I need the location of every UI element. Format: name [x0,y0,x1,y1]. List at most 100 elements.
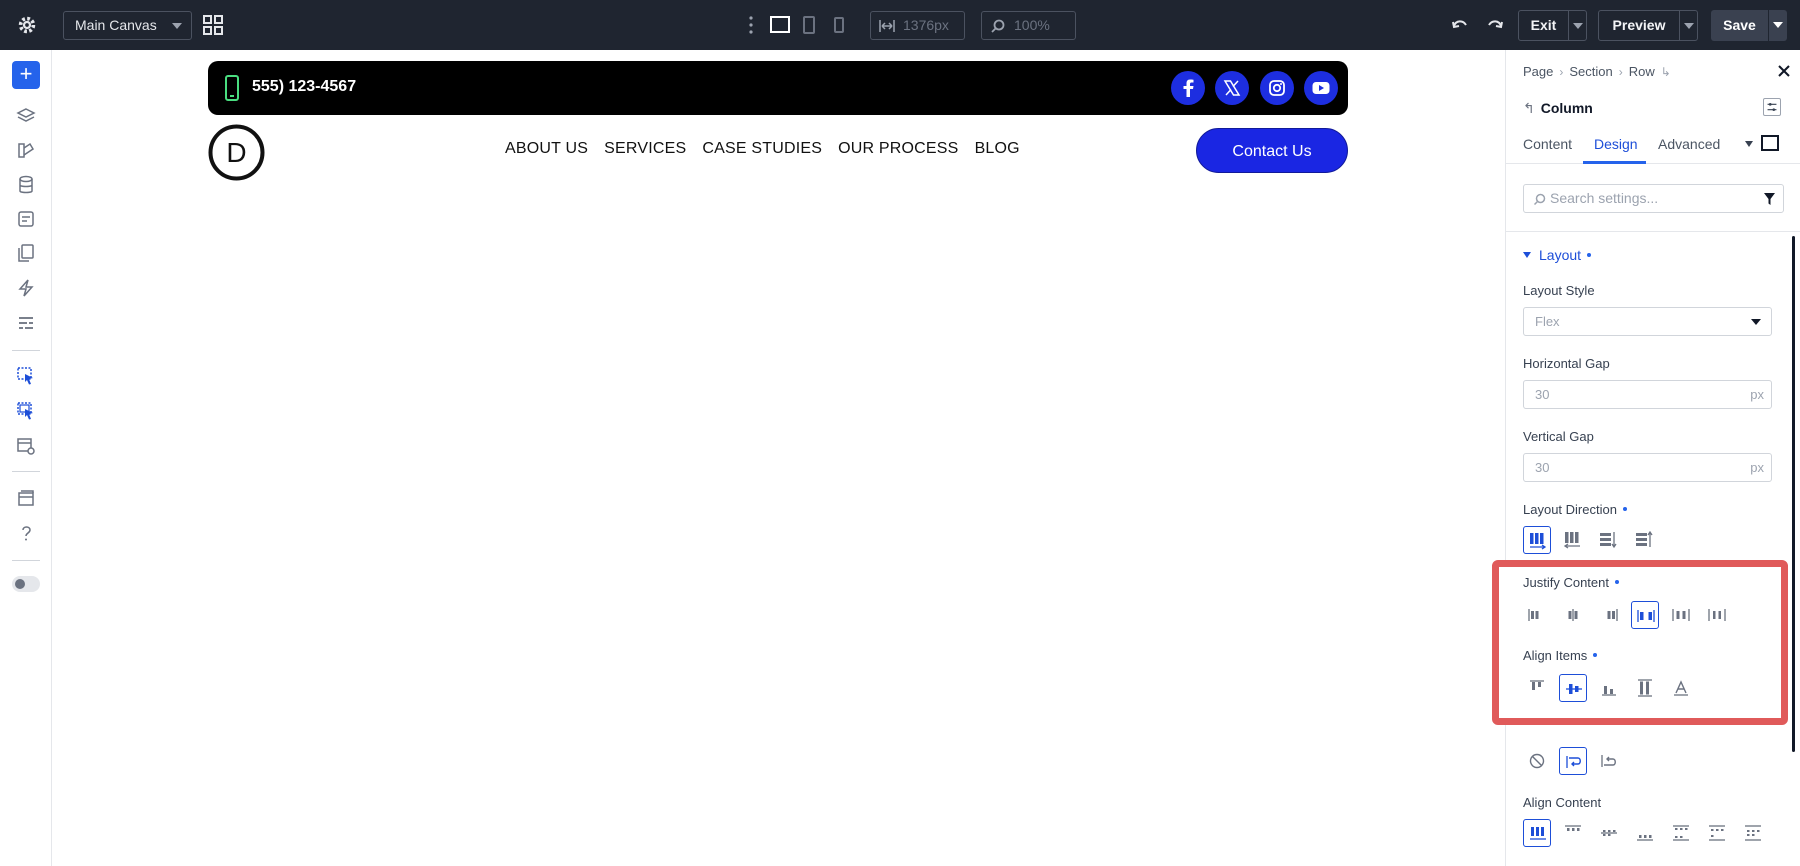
contact-us-button[interactable]: Contact Us [1196,128,1348,173]
facebook-icon[interactable] [1171,71,1205,105]
layout-section-title: Layout [1539,247,1582,263]
align-content-start-icon[interactable] [1523,819,1551,847]
align-content-space-around-icon[interactable] [1703,819,1731,847]
instagram-icon[interactable] [1260,71,1294,105]
library-icon[interactable] [16,488,36,508]
align-content-end-icon[interactable] [1631,819,1659,847]
justify-start-icon[interactable] [1523,601,1551,629]
help-icon[interactable] [16,523,36,543]
desktop-view-icon[interactable] [769,15,791,35]
tablet-view-icon[interactable] [802,15,816,35]
lightning-icon[interactable] [16,278,36,298]
justify-space-around-icon[interactable] [1667,601,1695,629]
phone-icon [225,75,239,101]
vertical-gap-unit[interactable]: px [1750,454,1764,481]
chevron-down-icon[interactable] [1773,22,1783,28]
site-logo-letter: D [226,137,246,168]
align-content-stretch-icon[interactable] [1739,819,1767,847]
select-element-icon[interactable] [16,366,36,386]
save-button[interactable]: Save [1711,10,1787,41]
align-start-icon[interactable] [1523,674,1551,702]
search-icon [1533,193,1546,206]
breadcrumb-row[interactable]: Row [1629,64,1655,79]
canvas-width-field[interactable]: 1376px [870,11,965,40]
wrap-icon[interactable] [1559,747,1587,775]
preview-button[interactable]: Preview [1598,10,1698,41]
grid-icon[interactable] [203,15,223,35]
chevron-down-icon[interactable] [1573,23,1583,29]
chevron-down-icon[interactable] [1745,141,1753,147]
settings-list-icon[interactable] [16,313,36,333]
zoom-field[interactable]: 100% [981,11,1076,40]
phone-view-icon[interactable] [833,15,845,35]
align-content-top-icon[interactable] [1559,819,1587,847]
breadcrumb-section[interactable]: Section [1569,64,1612,79]
justify-space-between-icon[interactable] [1631,601,1659,629]
tab-content[interactable]: Content [1523,136,1572,152]
align-end-icon[interactable] [1595,674,1623,702]
breadcrumb-page[interactable]: Page [1523,64,1553,79]
panel-scrollbar[interactable] [1792,236,1795,752]
undo-icon[interactable] [1451,16,1469,34]
preview-layout-icon[interactable] [16,436,36,456]
wrap-reverse-icon[interactable] [1595,747,1623,775]
redo-icon[interactable] [1486,16,1504,34]
add-element-button[interactable]: + [12,61,40,89]
no-wrap-icon[interactable] [1523,747,1551,775]
chevron-down-icon[interactable] [1684,23,1694,29]
nav-item-about-us[interactable]: ABOUT US [505,140,588,158]
nav-item-our-process[interactable]: OUR PROCESS [838,140,958,158]
youtube-icon[interactable] [1304,71,1338,105]
exit-button[interactable]: Exit [1518,10,1587,41]
dark-mode-toggle[interactable] [12,576,40,592]
width-arrows-icon [879,20,895,32]
layers-icon[interactable] [16,106,36,126]
direction-row-icon[interactable] [1523,526,1551,554]
horizontal-gap-input[interactable]: 30 px [1523,380,1772,409]
breadcrumb: Page › Section › Row ↳ [1523,64,1671,79]
justify-space-evenly-icon[interactable] [1703,601,1731,629]
nav-item-blog[interactable]: BLOG [975,140,1020,158]
direction-column-icon[interactable] [1594,526,1622,554]
x-icon[interactable] [1215,71,1249,105]
justify-center-icon[interactable] [1559,601,1587,629]
align-center-icon[interactable] [1559,674,1587,702]
align-content-space-between-icon[interactable] [1667,819,1695,847]
canvas-selector[interactable]: Main Canvas [63,11,192,40]
nav-item-case-studies[interactable]: CASE STUDIES [702,140,822,158]
layout-style-select[interactable]: Flex [1523,307,1772,336]
direction-column-reverse-icon[interactable] [1630,526,1658,554]
align-baseline-icon[interactable] [1667,674,1695,702]
save-label: Save [1723,17,1756,33]
left-sidebar: + [0,50,52,866]
justify-end-icon[interactable] [1595,601,1623,629]
canvas-selector-label: Main Canvas [75,17,157,33]
site-logo[interactable]: D [208,124,265,181]
filter-icon[interactable] [1763,192,1776,206]
nav-item-services[interactable]: SERVICES [604,140,686,158]
direction-row-reverse-icon[interactable] [1558,526,1586,554]
pages-icon[interactable] [16,243,36,263]
zoom-value: 100% [1014,17,1050,33]
layout-direction-options [1523,526,1663,554]
close-icon[interactable] [1777,64,1791,78]
form-icon[interactable] [16,209,36,229]
gear-icon[interactable] [16,14,38,36]
expand-panel-icon[interactable] [1761,135,1779,151]
align-content-center-icon[interactable] [1595,819,1623,847]
horizontal-gap-unit[interactable]: px [1750,381,1764,408]
settings-search-input[interactable]: Search settings... [1523,184,1784,213]
more-vertical-icon[interactable] [748,15,754,35]
theme-builder-icon[interactable] [16,140,36,160]
vertical-gap-input[interactable]: 30 px [1523,453,1772,482]
multi-select-icon[interactable] [16,401,36,421]
site-top-bar[interactable]: 555) 123-4567 [208,61,1348,115]
database-icon[interactable] [16,175,36,195]
layout-section-toggle[interactable]: Layout [1523,247,1592,263]
element-options-icon[interactable] [1763,98,1781,116]
tab-design[interactable]: Design [1594,136,1638,152]
align-stretch-icon[interactable] [1631,674,1659,702]
layout-direction-label: Layout Direction [1523,502,1627,517]
back-arrow-icon[interactable]: ↰ [1523,100,1535,116]
tab-advanced[interactable]: Advanced [1658,136,1720,152]
